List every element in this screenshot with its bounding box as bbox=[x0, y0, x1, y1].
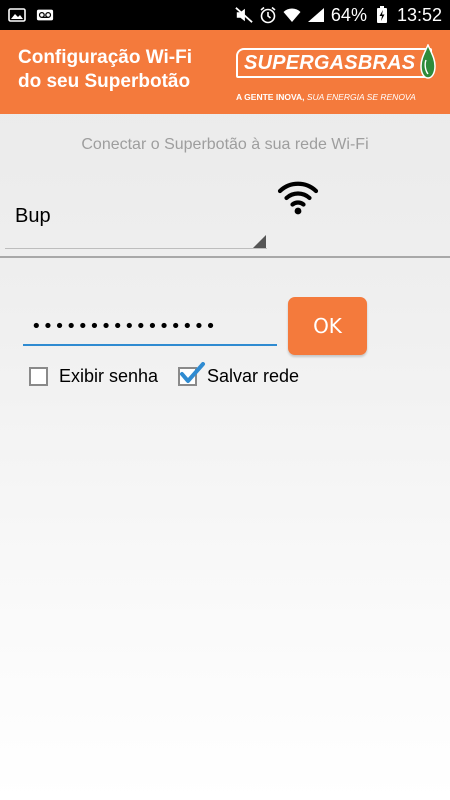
brand-logo-text: SUPERGASBRAS bbox=[236, 48, 432, 78]
brand-logo: SUPERGASBRAS A GENTE INOVA, SUA ENERGIA … bbox=[236, 44, 436, 108]
checkmark-icon bbox=[180, 362, 205, 383]
ok-button[interactable]: OK bbox=[288, 297, 367, 355]
show-password-label: Exibir senha bbox=[59, 366, 159, 386]
image-icon bbox=[8, 7, 26, 23]
dropdown-caret-icon bbox=[253, 235, 266, 248]
voicemail-icon bbox=[36, 7, 54, 23]
alarm-icon bbox=[259, 6, 277, 24]
app-header: Configuração Wi-Fi do seu Superbotão SUP… bbox=[0, 30, 450, 114]
wifi-icon bbox=[283, 7, 301, 23]
save-network-checkbox[interactable] bbox=[178, 362, 205, 386]
gas-drop-icon bbox=[420, 44, 436, 79]
show-password-option[interactable]: Exibir senha bbox=[29, 366, 158, 387]
title-line-1: Configuração Wi-Fi bbox=[18, 47, 192, 68]
spinner-underline bbox=[5, 248, 267, 249]
save-network-option[interactable]: Salvar rede bbox=[178, 362, 300, 387]
instruction-text: Conectar o Superbotão à sua rede Wi-Fi bbox=[81, 136, 369, 153]
page-title: Configuração Wi-Fi do seu Superbotão bbox=[18, 46, 228, 94]
status-bar: 64% 13:52 bbox=[0, 0, 450, 30]
battery-percent: 64% bbox=[330, 4, 367, 25]
title-line-2: do seu Superbotão bbox=[18, 71, 191, 92]
clock: 13:52 bbox=[396, 4, 442, 25]
password-input[interactable] bbox=[23, 308, 277, 346]
network-spinner[interactable]: Bup bbox=[5, 178, 267, 250]
mute-icon bbox=[235, 7, 253, 23]
wifi-signal-icon bbox=[277, 181, 319, 215]
save-network-label: Salvar rede bbox=[207, 366, 300, 386]
brand-tagline: A GENTE INOVA, SUA ENERGIA SE RENOVA bbox=[236, 92, 416, 102]
signal-icon bbox=[307, 7, 325, 23]
section-divider bbox=[0, 256, 450, 258]
battery-icon bbox=[373, 6, 391, 23]
network-name: Bup bbox=[15, 205, 51, 227]
show-password-checkbox[interactable] bbox=[29, 367, 48, 386]
